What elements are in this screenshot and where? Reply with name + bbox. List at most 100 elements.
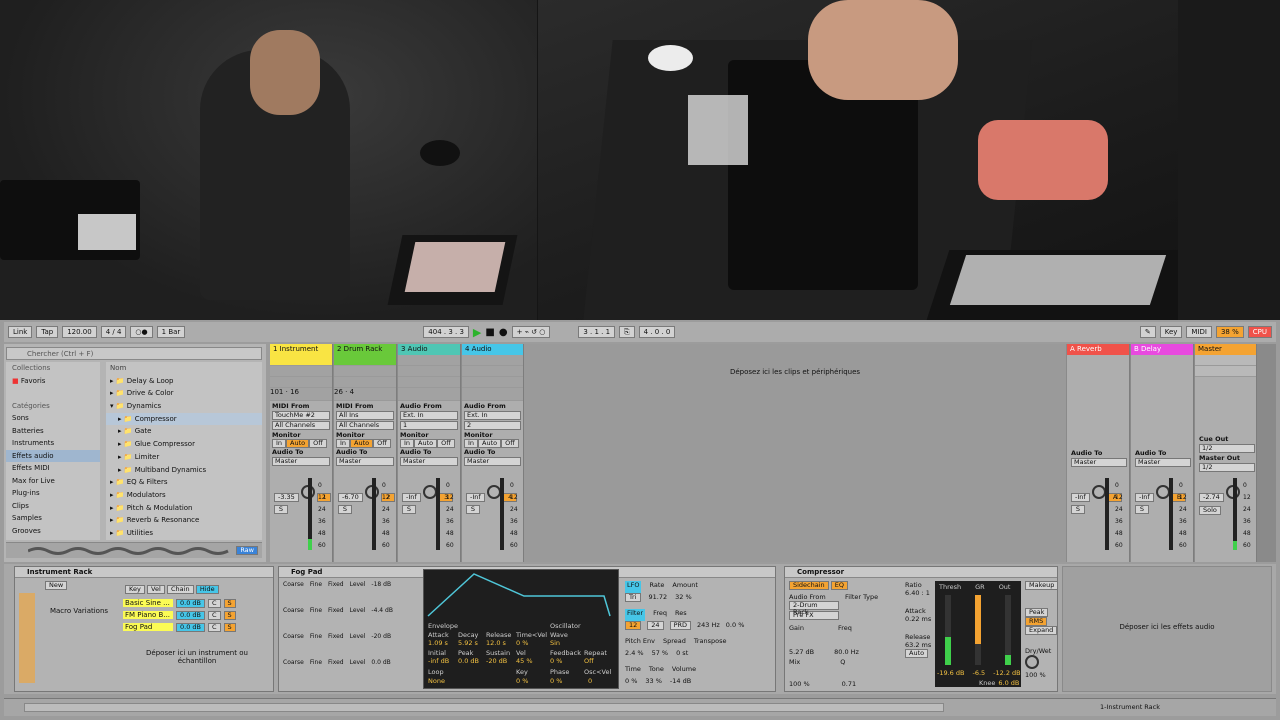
category-sounds[interactable]: Sons [6,412,100,425]
category-samples[interactable]: Samples [6,512,100,525]
pre-fx-select[interactable]: Pre FX [789,611,839,620]
audio-to-select[interactable]: Master [1071,458,1127,467]
loop-switch-icon[interactable]: ⎘ [619,326,635,338]
volume-field[interactable]: -Inf [466,493,485,502]
clip-slot[interactable] [334,355,396,366]
raw-toggle[interactable]: Raw [236,546,258,555]
solo-button[interactable]: S [1071,505,1085,514]
favorites-item[interactable]: ■ Favoris [6,375,100,388]
tree-item[interactable]: ▸ 📁 Limiter [106,451,262,464]
category-grooves[interactable]: Grooves [6,525,100,538]
clip-slot[interactable] [462,377,523,388]
makeup-toggle[interactable]: Makeup [1025,581,1059,590]
tree-item[interactable]: ▸ 📁 Delay & Loop [106,375,262,388]
stop-icon[interactable]: ■ [485,327,494,338]
metronome-icon[interactable]: ○● [130,326,153,338]
tree-item[interactable]: ▸ 📁 Multiband Dynamics [106,464,262,477]
clip-slot[interactable] [334,366,396,377]
envelope-display[interactable]: Envelope Oscillator Attack Decay Release Ti… [423,569,619,689]
solo-button[interactable]: S [1135,505,1149,514]
track-header[interactable]: B Delay [1131,344,1193,355]
solo-button[interactable]: S [402,505,416,514]
track-header[interactable]: 2 Drum Rack [334,344,396,355]
device-title[interactable]: Instrument Rack [15,567,273,578]
loop-start-field[interactable]: 3 . 1 . 1 [578,326,616,338]
browser-search-input[interactable]: Chercher (Ctrl + F) [6,347,262,360]
channel-select[interactable]: 2 [464,421,521,430]
tree-item[interactable]: ▸ 📁 EQ & Filters [106,476,262,489]
audio-from-select[interactable]: Ext. In [400,411,458,420]
auto-release-toggle[interactable]: Auto [905,649,929,658]
effects-drop-zone[interactable]: Déposer ici les effets audio [1062,566,1272,692]
volume-field[interactable]: -3.35 [274,493,299,502]
category-instruments[interactable]: Instruments [6,437,100,450]
preview-bar[interactable]: Raw [6,542,262,558]
tree-item-compressor[interactable]: ▸ 📁 Compressor [106,412,262,426]
volume-field[interactable]: -Inf [1071,493,1090,502]
new-button[interactable]: New [45,581,68,590]
volume-field[interactable]: -6.70 [338,493,363,502]
device-title[interactable]: Compressor [785,567,1057,578]
track-header[interactable]: A Reverb [1067,344,1129,355]
clip-slot[interactable] [270,377,332,388]
tree-item[interactable]: ▸ 📁 Drive & Color [106,387,262,400]
solo-button[interactable]: S [466,505,480,514]
track-header[interactable]: 1 Instrument [270,344,332,355]
hide-toggle[interactable]: Hide [195,585,219,594]
category-midi-effects[interactable]: Effets MIDI [6,462,100,475]
session-drop-zone[interactable]: Déposez ici les clips et périphériques [524,344,1066,562]
key-toggle[interactable]: Key [125,585,145,594]
clip-slot[interactable] [270,355,332,366]
cue-out-select[interactable]: 1/2 [1199,444,1255,453]
eq-toggle[interactable]: EQ [830,581,848,590]
pan-knob[interactable] [486,485,501,499]
expand-toggle[interactable]: Expand [1025,626,1058,635]
tree-item[interactable]: ▸ 📁 Pitch & Modulation [106,502,262,515]
chain-toggle[interactable]: Chain [167,585,194,594]
play-icon[interactable]: ▶ [473,326,481,339]
clip-slot[interactable] [270,366,332,377]
record-icon[interactable]: ● [499,327,508,338]
tree-item[interactable]: ▸ 📁 Gate [106,425,262,438]
overdub-icon[interactable]: + ⌁ ↺ ○ [511,326,551,338]
tempo-field[interactable]: 120.00 [62,326,97,338]
solo-button[interactable]: S [338,505,352,514]
chain-row[interactable]: FM Piano B... 0.0 dB C S [123,609,273,621]
channel-select[interactable]: All Channels [336,421,394,430]
clip-slot[interactable] [334,377,396,388]
clip-slot[interactable] [462,355,523,366]
category-audio-effects[interactable]: Effets audio [6,449,100,462]
audio-to-select[interactable]: Master [464,457,521,466]
audio-from-select[interactable]: Ext. In [464,411,521,420]
chain-row[interactable]: Basic Sine ... 0.0 dB C S [123,597,273,609]
arrangement-position[interactable]: 404 . 3 . 3 [423,326,469,338]
scene-launch[interactable] [1195,366,1256,377]
loop-length-field[interactable]: 4 . 0 . 0 [638,326,676,338]
vel-toggle[interactable]: Vel [147,585,165,594]
pan-knob[interactable] [1091,485,1106,499]
track-header[interactable]: 3 Audio [398,344,460,355]
category-clips[interactable]: Clips [6,500,100,513]
solo-button[interactable]: S [274,505,288,514]
tree-item[interactable]: ▸ 📁 Modulators [106,489,262,502]
scene-launch[interactable] [1195,355,1256,366]
drywet-knob[interactable] [1025,655,1039,669]
track-header[interactable]: 4 Audio [462,344,523,355]
audio-from-select[interactable]: 2-Drum Rack [789,601,839,616]
volume-field[interactable]: -Inf [402,493,421,502]
rms-toggle[interactable]: RMS [1025,617,1048,626]
tree-item[interactable]: ▸ 📁 Glue Compressor [106,438,262,451]
status-scrollbar[interactable] [24,703,944,712]
audio-to-select[interactable]: Master [1135,458,1191,467]
tap-button[interactable]: Tap [36,326,59,338]
midi-from-select[interactable]: TouchMe #2 [272,411,330,420]
tree-item[interactable]: ▾ 📁 Dynamics [106,400,262,413]
tree-item[interactable]: ▸ 📁 Utilities [106,527,262,540]
clip-slot[interactable] [398,377,460,388]
midi-from-select[interactable]: All Ins [336,411,394,420]
solo-button[interactable]: Solo [1199,506,1221,515]
clip-slot[interactable] [398,366,460,377]
volume-field[interactable]: -Inf [1135,493,1154,502]
macro-strip[interactable] [19,593,35,683]
pan-knob[interactable] [422,485,437,499]
